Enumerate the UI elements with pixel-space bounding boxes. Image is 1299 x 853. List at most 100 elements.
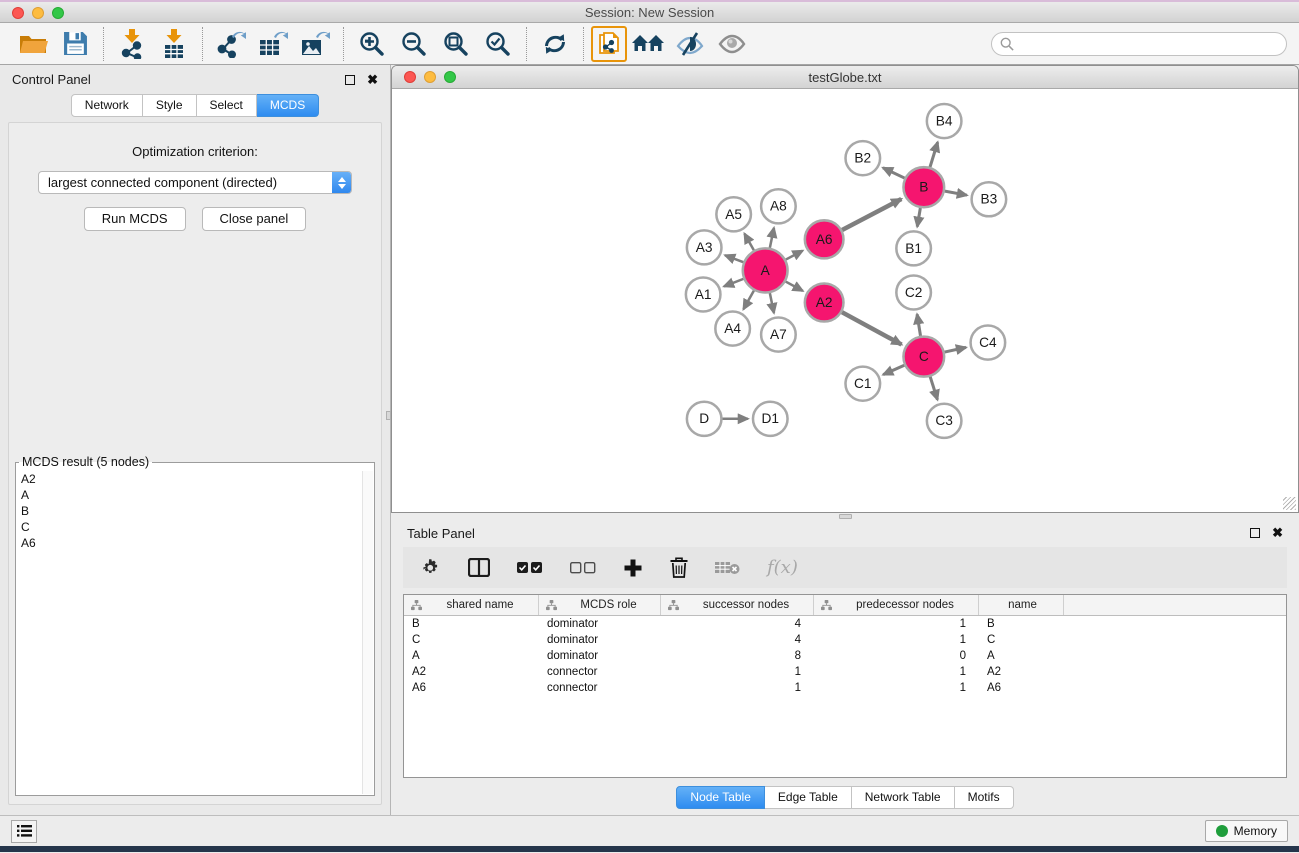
show-eye-icon[interactable]	[711, 26, 753, 62]
graph-node-A8[interactable]: A8	[761, 189, 796, 223]
graph-node-C2[interactable]: C2	[896, 275, 931, 309]
export-network-icon[interactable]	[210, 26, 252, 62]
result-item[interactable]: A6	[21, 535, 374, 551]
table-row[interactable]: Adominator80A	[404, 648, 1286, 664]
resize-grip-icon[interactable]	[1283, 497, 1296, 510]
graph-node-C3[interactable]: C3	[927, 404, 962, 438]
hide-panels-eye-icon[interactable]	[669, 26, 711, 62]
refresh-view-icon[interactable]	[534, 26, 576, 62]
export-table-icon[interactable]	[252, 26, 294, 62]
graph-node-A3[interactable]: A3	[687, 230, 722, 264]
network-documents-icon[interactable]	[591, 26, 627, 62]
edge-A-A4[interactable]	[743, 291, 753, 310]
memory-button[interactable]: Memory	[1205, 820, 1288, 842]
session-home-icon[interactable]	[627, 26, 669, 62]
table-row[interactable]: Bdominator41B	[404, 616, 1286, 632]
result-item[interactable]: A2	[21, 471, 374, 487]
tab-node-table[interactable]: Node Table	[676, 786, 765, 809]
close-panel-icon[interactable]: ✖	[367, 75, 378, 85]
graph-node-B1[interactable]: B1	[896, 231, 931, 265]
network-close-button[interactable]	[404, 71, 416, 83]
graph-node-B[interactable]: B	[903, 167, 944, 207]
edge-B-B1[interactable]	[917, 208, 920, 227]
search-input[interactable]	[1014, 36, 1278, 52]
zoom-out-icon[interactable]	[393, 26, 435, 62]
graph-node-D1[interactable]: D1	[753, 402, 788, 436]
column-view-icon[interactable]	[468, 558, 490, 577]
table-row[interactable]: A2connector11A2	[404, 664, 1286, 680]
network-canvas[interactable]: B4B2BB3A8A5A6A3B1AC2A1A2A4A7C4CC1DD1C3	[392, 89, 1298, 512]
delete-table-icon[interactable]	[715, 560, 740, 575]
tab-network[interactable]: Network	[71, 94, 143, 117]
tab-mcds[interactable]: MCDS	[257, 94, 319, 117]
add-column-icon[interactable]	[623, 558, 643, 578]
graph-node-D[interactable]: D	[687, 402, 722, 436]
function-builder-icon[interactable]: f(x)	[767, 559, 798, 577]
search-field[interactable]	[991, 32, 1287, 56]
tab-motifs[interactable]: Motifs	[955, 786, 1014, 809]
edge-A6-B[interactable]	[842, 199, 901, 230]
graph-node-C4[interactable]: C4	[971, 326, 1006, 360]
graph-node-C1[interactable]: C1	[846, 367, 881, 401]
graph-node-A7[interactable]: A7	[761, 318, 796, 352]
graph-node-A[interactable]: A	[743, 248, 788, 292]
graph-node-A2[interactable]: A2	[805, 283, 844, 321]
tab-network-table[interactable]: Network Table	[852, 786, 955, 809]
save-session-icon[interactable]	[54, 26, 96, 62]
graph-node-B2[interactable]: B2	[846, 141, 881, 175]
column-header-MCDS-role[interactable]: MCDS role	[539, 595, 661, 615]
result-item[interactable]: B	[21, 503, 374, 519]
edge-A-A5[interactable]	[744, 234, 753, 251]
edge-B-B2[interactable]	[883, 168, 905, 178]
zoom-in-icon[interactable]	[351, 26, 393, 62]
edge-A-A7[interactable]	[770, 293, 774, 313]
table-row[interactable]: Cdominator41C	[404, 632, 1286, 648]
close-table-panel-icon[interactable]: ✖	[1272, 528, 1283, 538]
edge-A-A1[interactable]	[724, 279, 743, 287]
tab-edge-table[interactable]: Edge Table	[765, 786, 852, 809]
gear-icon[interactable]	[422, 558, 441, 577]
graph-node-B4[interactable]: B4	[927, 104, 962, 138]
horizontal-splitter[interactable]	[391, 513, 1299, 520]
edge-B-B4[interactable]	[930, 142, 938, 167]
edge-C-C3[interactable]	[930, 377, 937, 400]
graph-node-A1[interactable]: A1	[686, 277, 721, 311]
graph-node-C[interactable]: C	[903, 337, 944, 377]
result-item[interactable]: A	[21, 487, 374, 503]
network-graph[interactable]: B4B2BB3A8A5A6A3B1AC2A1A2A4A7C4CC1DD1C3	[392, 89, 1298, 512]
column-header-predecessor-nodes[interactable]: predecessor nodes	[814, 595, 979, 615]
result-item[interactable]: C	[21, 519, 374, 535]
edge-A-A2[interactable]	[786, 282, 803, 291]
minimize-window-button[interactable]	[32, 7, 44, 19]
vertical-splitter-grip[interactable]	[386, 411, 391, 420]
graph-node-A5[interactable]: A5	[716, 197, 751, 231]
network-minimize-button[interactable]	[424, 71, 436, 83]
graph-node-B3[interactable]: B3	[972, 182, 1007, 216]
table-row[interactable]: A6connector11A6	[404, 680, 1286, 696]
criterion-select[interactable]: largest connected component (directed)	[38, 171, 352, 194]
edge-C-C1[interactable]	[883, 365, 904, 374]
zoom-fit-icon[interactable]	[435, 26, 477, 62]
maximize-window-button[interactable]	[52, 7, 64, 19]
close-panel-button[interactable]: Close panel	[202, 207, 307, 231]
float-table-panel-icon[interactable]	[1250, 528, 1260, 538]
edge-A-A6[interactable]	[786, 251, 803, 260]
deselect-checks-icon[interactable]	[570, 562, 596, 574]
edge-B-B3[interactable]	[945, 191, 967, 195]
column-header-name[interactable]: name	[979, 595, 1064, 615]
edge-A-A3[interactable]	[725, 255, 743, 262]
select-all-checks-icon[interactable]	[517, 562, 543, 574]
edge-A-A8[interactable]	[770, 228, 774, 248]
tab-select[interactable]: Select	[197, 94, 257, 117]
graph-node-A6[interactable]: A6	[805, 220, 844, 258]
import-network-icon[interactable]	[111, 26, 153, 62]
edge-C-C2[interactable]	[917, 314, 920, 336]
export-image-icon[interactable]	[294, 26, 336, 62]
network-maximize-button[interactable]	[444, 71, 456, 83]
column-header-shared-name[interactable]: shared name	[404, 595, 539, 615]
run-mcds-button[interactable]: Run MCDS	[84, 207, 186, 231]
tab-style[interactable]: Style	[143, 94, 197, 117]
result-scrollbar[interactable]	[362, 471, 373, 794]
zoom-selected-icon[interactable]	[477, 26, 519, 62]
column-header-successor-nodes[interactable]: successor nodes	[661, 595, 814, 615]
